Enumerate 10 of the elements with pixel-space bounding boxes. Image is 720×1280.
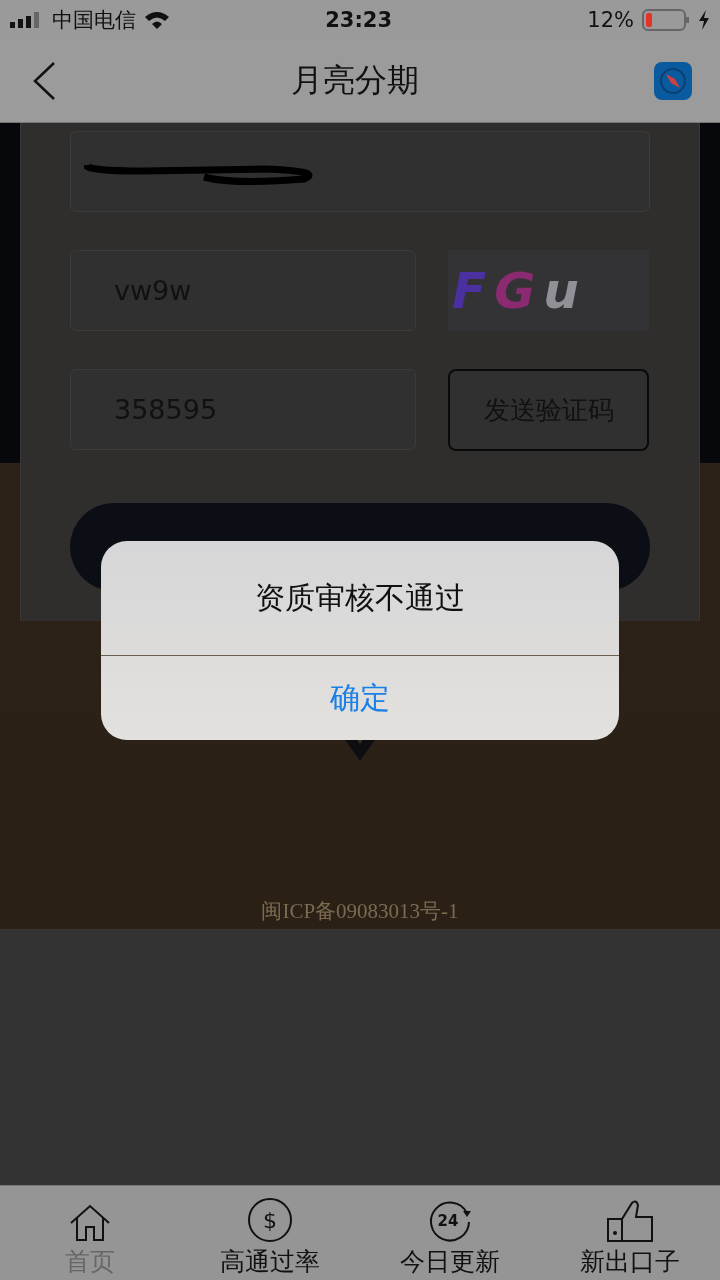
clock-time: 23:23 xyxy=(325,8,394,32)
captcha-letter: F xyxy=(452,265,487,316)
icp-footer: 闽ICP备09083013号-1 xyxy=(261,897,459,925)
dialog-title: 资质审核不通过 xyxy=(101,541,619,656)
captcha-letter: u xyxy=(543,265,579,316)
page-title: 月亮分期 xyxy=(291,60,419,101)
carrier-name: 中国电信 xyxy=(52,7,136,34)
dollar-icon: $ xyxy=(247,1197,293,1243)
captcha-letter: G xyxy=(494,265,536,316)
battery-percent: 12% xyxy=(587,8,634,32)
